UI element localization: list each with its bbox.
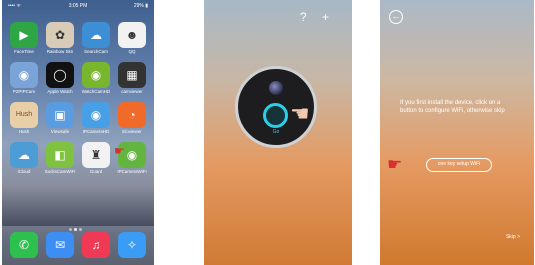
ipcamerahd-icon: ◉ [90,108,102,122]
app-icloud[interactable]: ☁ [10,142,38,168]
app-label: Rainbow Skn [46,49,74,54]
status-bar: •••• ᯤ 3:05 PM 29% ▮ [2,2,154,11]
app-qq[interactable]: ☻ [118,22,146,48]
app-label: P2PIPCam [12,89,36,94]
app-hush[interactable]: Hush [10,102,38,128]
watchcamhd-icon: ◉ [90,68,102,82]
back-button[interactable]: ← [389,10,403,24]
app-rainbow-skn[interactable]: ✿ [46,22,74,48]
viewsafe-icon: ▣ [54,108,66,122]
app-label: SearchCam [84,49,108,54]
phone-home-screen: •••• ᯤ 3:05 PM 29% ▮ ▶ FaceTime ✿ Rainbow S… [2,0,154,265]
hush-icon: Hush [15,111,33,118]
camera-device-ring: Go ☚ [235,66,317,148]
apple-watch-icon: ◯ [53,68,67,82]
dock-phone[interactable]: ✆ [10,232,38,258]
app-searchcam[interactable]: ☁ [82,22,110,48]
app-label: Viewsafe [50,129,70,134]
facetime-icon: ▶ [19,28,29,42]
safari-icon: ✧ [126,238,138,252]
add-icon[interactable]: + [322,10,329,24]
app-label: iCloud [17,169,31,174]
camviewer-icon: ▦ [126,68,138,82]
app-label: QQ [128,49,136,54]
app-viewsafe[interactable]: ▣ [46,102,74,128]
app-camviewer[interactable]: ▦ [118,62,146,88]
app-label: SocksCamWiFi [44,169,76,174]
guard-icon: ♜ [90,148,102,162]
app-label: Hush [18,129,30,134]
app-watchcamhd[interactable]: ◉ [82,62,110,88]
camera-lens-icon [269,81,283,95]
hand-pointer-icon: ☚ [290,101,310,126]
battery-status: 29% ▮ [133,3,148,9]
phone-icon: ✆ [18,238,30,252]
dock-music[interactable]: ♫ [82,232,110,258]
app-facetime[interactable]: ▶ [10,22,38,48]
dock-safari[interactable]: ✧ [118,232,146,258]
rainbow-skn-icon: ✿ [54,28,66,42]
searchcam-icon: ☁ [90,28,102,42]
one-key-setup-button[interactable]: one key setup WiFi [426,158,492,172]
app-eloviewer[interactable]: ◔ [118,102,146,128]
pointing-hand-icon: ☛ [387,155,403,174]
app-sockscamwifi[interactable]: ◧ [46,142,74,168]
app-label: camviewer [121,89,143,94]
mail-icon: ✉ [54,238,66,252]
skip-link[interactable]: Skip > [506,234,520,240]
p2pipcam-icon: ◉ [18,68,30,82]
app-label: FaceTime [14,49,34,54]
icloud-icon: ☁ [18,148,30,162]
app-apple-watch[interactable]: ◯ [46,62,74,88]
setup-message: If you first install the device, click o… [400,100,505,114]
status-time: 3:05 PM [68,3,88,9]
app-ipcamerahd[interactable]: ◉ [82,102,110,128]
page-dots [68,218,88,231]
app-guard[interactable]: ♜ [82,142,110,168]
app-label: Guard [89,169,103,174]
phone-camera-screen: ? + Go ☚ [204,0,352,265]
qq-icon: ☻ [125,28,139,42]
go-label: Go [272,129,280,135]
app-label: WatchCamHD [81,89,111,94]
music-icon: ♫ [91,238,101,252]
app-label: Apple Watch [47,89,73,94]
help-icon[interactable]: ? [300,10,307,24]
go-button[interactable] [263,103,288,128]
phone-setup-screen: ← If you first install the device, click… [380,0,534,265]
app-label: Eloviewer [122,129,142,134]
app-p2pipcam[interactable]: ◉ [10,62,38,88]
dock-mail[interactable]: ✉ [46,232,74,258]
pointing-hand-icon: ☛ [114,144,125,158]
sockscamwifi-icon: ◧ [54,148,66,162]
app-label: IPCameraWiFi [117,169,147,174]
eloviewer-icon: ◔ [128,108,136,122]
app-label: IPCameraHD [82,129,110,134]
